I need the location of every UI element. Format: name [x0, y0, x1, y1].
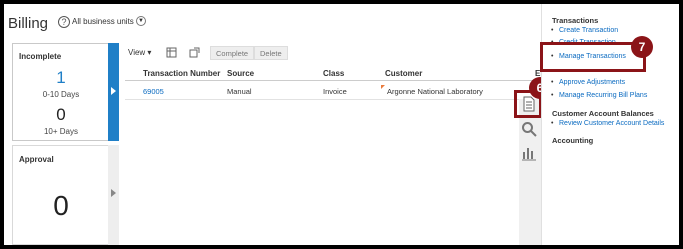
approval-card[interactable]: Approval 0 [12, 145, 118, 245]
approval-card-title: Approval [19, 155, 54, 164]
customer-cell: Argonne National Laboratory [387, 87, 483, 96]
accounting-heading: Accounting [552, 136, 594, 145]
incomplete-card-expand[interactable] [108, 43, 119, 141]
table-row[interactable]: 69005 Manual Invoice Argonne National La… [125, 82, 546, 100]
page-title: Billing [8, 15, 49, 32]
customer-balances-heading: Customer Account Balances [552, 109, 654, 118]
tasks-panel: Transactions Create Transaction Credit T… [541, 4, 679, 245]
review-customer-account-details-link[interactable]: Review Customer Account Details [551, 120, 664, 127]
flag-icon [381, 85, 385, 89]
incomplete-card-title: Incomplete [19, 52, 62, 61]
incomplete-older-label: 10+ Days [43, 127, 79, 136]
chevron-right-icon [111, 189, 116, 197]
business-unit-label[interactable]: All business units [72, 17, 134, 26]
complete-button[interactable]: Complete [210, 46, 255, 60]
transaction-number-link[interactable]: 69005 [143, 87, 164, 96]
source-cell: Manual [227, 87, 252, 96]
approval-count[interactable]: 0 [13, 190, 109, 222]
detach-icon[interactable] [189, 47, 200, 58]
reports-icon[interactable] [521, 145, 537, 161]
search-icon[interactable] [521, 121, 537, 137]
billing-page: Billing ? All business units ▼ Incomplet… [4, 4, 679, 245]
view-menu-label: View [128, 48, 146, 57]
column-header-customer[interactable]: Customer [385, 69, 422, 78]
incomplete-older-count[interactable]: 0 [13, 105, 109, 125]
incomplete-recent-count[interactable]: 1 [13, 68, 109, 88]
view-menu[interactable]: View ▾ [128, 48, 151, 57]
callout-badge-7: 7 [631, 36, 653, 58]
class-cell: Invoice [323, 87, 347, 96]
incomplete-recent-label: 0-10 Days [42, 90, 80, 99]
column-header-class[interactable]: Class [323, 69, 344, 78]
chevron-right-icon [111, 87, 116, 95]
chevron-down-icon[interactable]: ▼ [136, 16, 146, 26]
manage-recurring-bill-plans-link[interactable]: Manage Recurring Bill Plans [551, 92, 647, 99]
transactions-heading: Transactions [552, 16, 599, 25]
delete-button[interactable]: Delete [254, 46, 288, 60]
help-icon[interactable]: ? [58, 16, 70, 28]
freeze-columns-icon[interactable] [166, 47, 177, 58]
column-header-source[interactable]: Source [227, 69, 254, 78]
incomplete-card[interactable]: Incomplete 1 0-10 Days 0 10+ Days [12, 43, 118, 141]
approval-card-expand[interactable] [108, 145, 119, 245]
create-transaction-link[interactable]: Create Transaction [551, 27, 618, 34]
column-header-transaction-number[interactable]: Transaction Number [143, 69, 220, 78]
table-header: Transaction Number Source Class Customer… [125, 66, 546, 81]
approve-adjustments-link[interactable]: Approve Adjustments [551, 79, 625, 86]
